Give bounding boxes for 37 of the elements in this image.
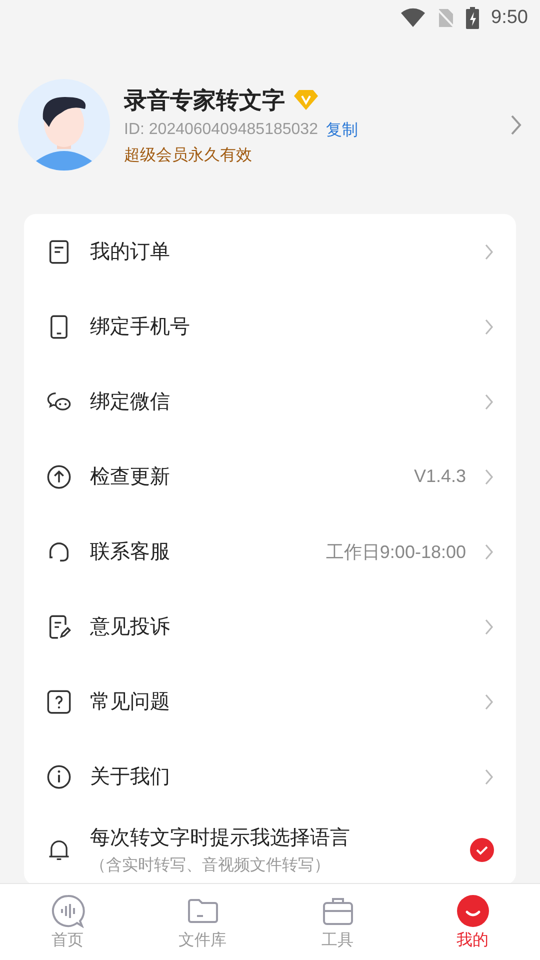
chevron-icon[interactable] [510,114,522,136]
info-icon [46,764,72,790]
menu-item[interactable]: 绑定微信 [90,388,466,415]
menu-item[interactable]: 关于我们 [90,763,466,790]
menu-item[interactable]: 绑定手机号 [90,313,466,340]
menu-value: 工作日9:00-18:00 [326,540,466,564]
chevron-icon [484,392,494,410]
menu-value: V1.4.3 [414,466,466,487]
chevron-icon [484,692,494,710]
chevron-icon [484,618,494,636]
setting-note: （含实时转写、音视频文件转写） [90,855,331,876]
user-name: 录音专家转文字 [124,86,285,116]
setting-label: 每次转文字时提示我选择语言 [90,824,351,851]
help-icon [46,688,72,714]
menu-item[interactable]: 联系客服 [90,538,308,565]
vip-diamond-icon [293,89,319,111]
membership-status: 超级会员永久有效 [124,144,253,166]
avatar-icon [18,79,110,171]
menu-item[interactable]: 检查更新 [90,463,396,490]
chevron-icon [484,318,494,336]
chevron-icon [484,242,494,260]
chevron-icon [484,768,494,786]
voice-chat-icon [50,894,84,928]
copy-link[interactable]: 复制 [326,120,358,140]
chevron-icon [484,468,494,486]
smile-icon [456,894,490,928]
checkbox[interactable] [470,838,494,862]
chevron-icon [484,542,494,560]
battery-charging-icon [466,7,480,29]
wifi-icon [400,8,426,28]
user-id: ID: 2024060409485185032 [124,121,318,139]
menu-item[interactable]: 常见问题 [90,688,466,715]
clock-time: 9:50 [491,7,528,29]
nav-tab[interactable]: 我的 [405,884,540,960]
menu-item[interactable]: 我的订单 [90,238,466,265]
menu-item[interactable]: 意见投诉 [90,613,466,640]
no-sim-icon [438,8,454,28]
